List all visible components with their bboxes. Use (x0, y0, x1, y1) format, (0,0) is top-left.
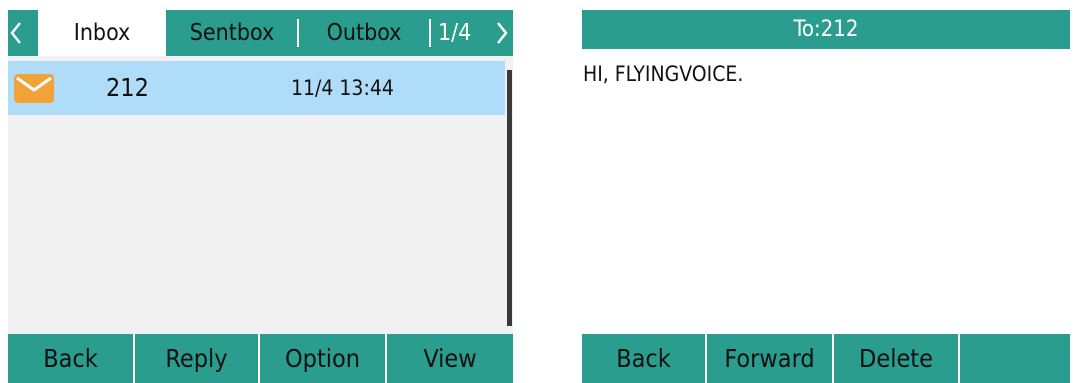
message-view-screen: To:212 HI, FLYINGVOICE. Back Forward Del… (582, 10, 1070, 383)
delete-button[interactable]: Delete (834, 334, 960, 383)
tab-inbox[interactable]: Inbox (38, 10, 166, 56)
option-button[interactable]: Option (260, 334, 387, 383)
tab-bar: Inbox Sentbox Outbox 1/4 (8, 10, 513, 56)
reply-button[interactable]: Reply (135, 334, 260, 383)
empty-softkey[interactable] (960, 334, 1070, 383)
softkey-bar: Back Reply Option View (8, 334, 513, 383)
forward-button[interactable]: Forward (707, 334, 834, 383)
message-body-area: HI, FLYINGVOICE. (582, 49, 1070, 334)
page-indicator: 1/4 (438, 20, 472, 46)
chevron-left-icon[interactable] (8, 10, 24, 56)
back-button[interactable]: Back (8, 334, 135, 383)
list-item[interactable]: 212 11/4 13:44 (8, 61, 505, 115)
tab-sentbox[interactable]: Sentbox (166, 10, 298, 56)
inbox-screen: Inbox Sentbox Outbox 1/4 212 11/4 13:44 … (8, 10, 513, 383)
message-list: 212 11/4 13:44 (8, 56, 513, 334)
message-time: 11/4 13:44 (291, 76, 394, 100)
tab-divider (429, 19, 431, 47)
view-button[interactable]: View (387, 334, 513, 383)
message-body: HI, FLYINGVOICE. (583, 62, 744, 86)
message-title: To:212 (582, 10, 1070, 49)
back-button[interactable]: Back (582, 334, 707, 383)
scrollbar[interactable] (507, 70, 512, 326)
message-number: 212 (106, 73, 149, 102)
mail-icon (14, 74, 54, 107)
chevron-right-icon[interactable] (494, 10, 510, 56)
tab-outbox[interactable]: Outbox (299, 10, 429, 56)
softkey-bar: Back Forward Delete (582, 334, 1070, 383)
